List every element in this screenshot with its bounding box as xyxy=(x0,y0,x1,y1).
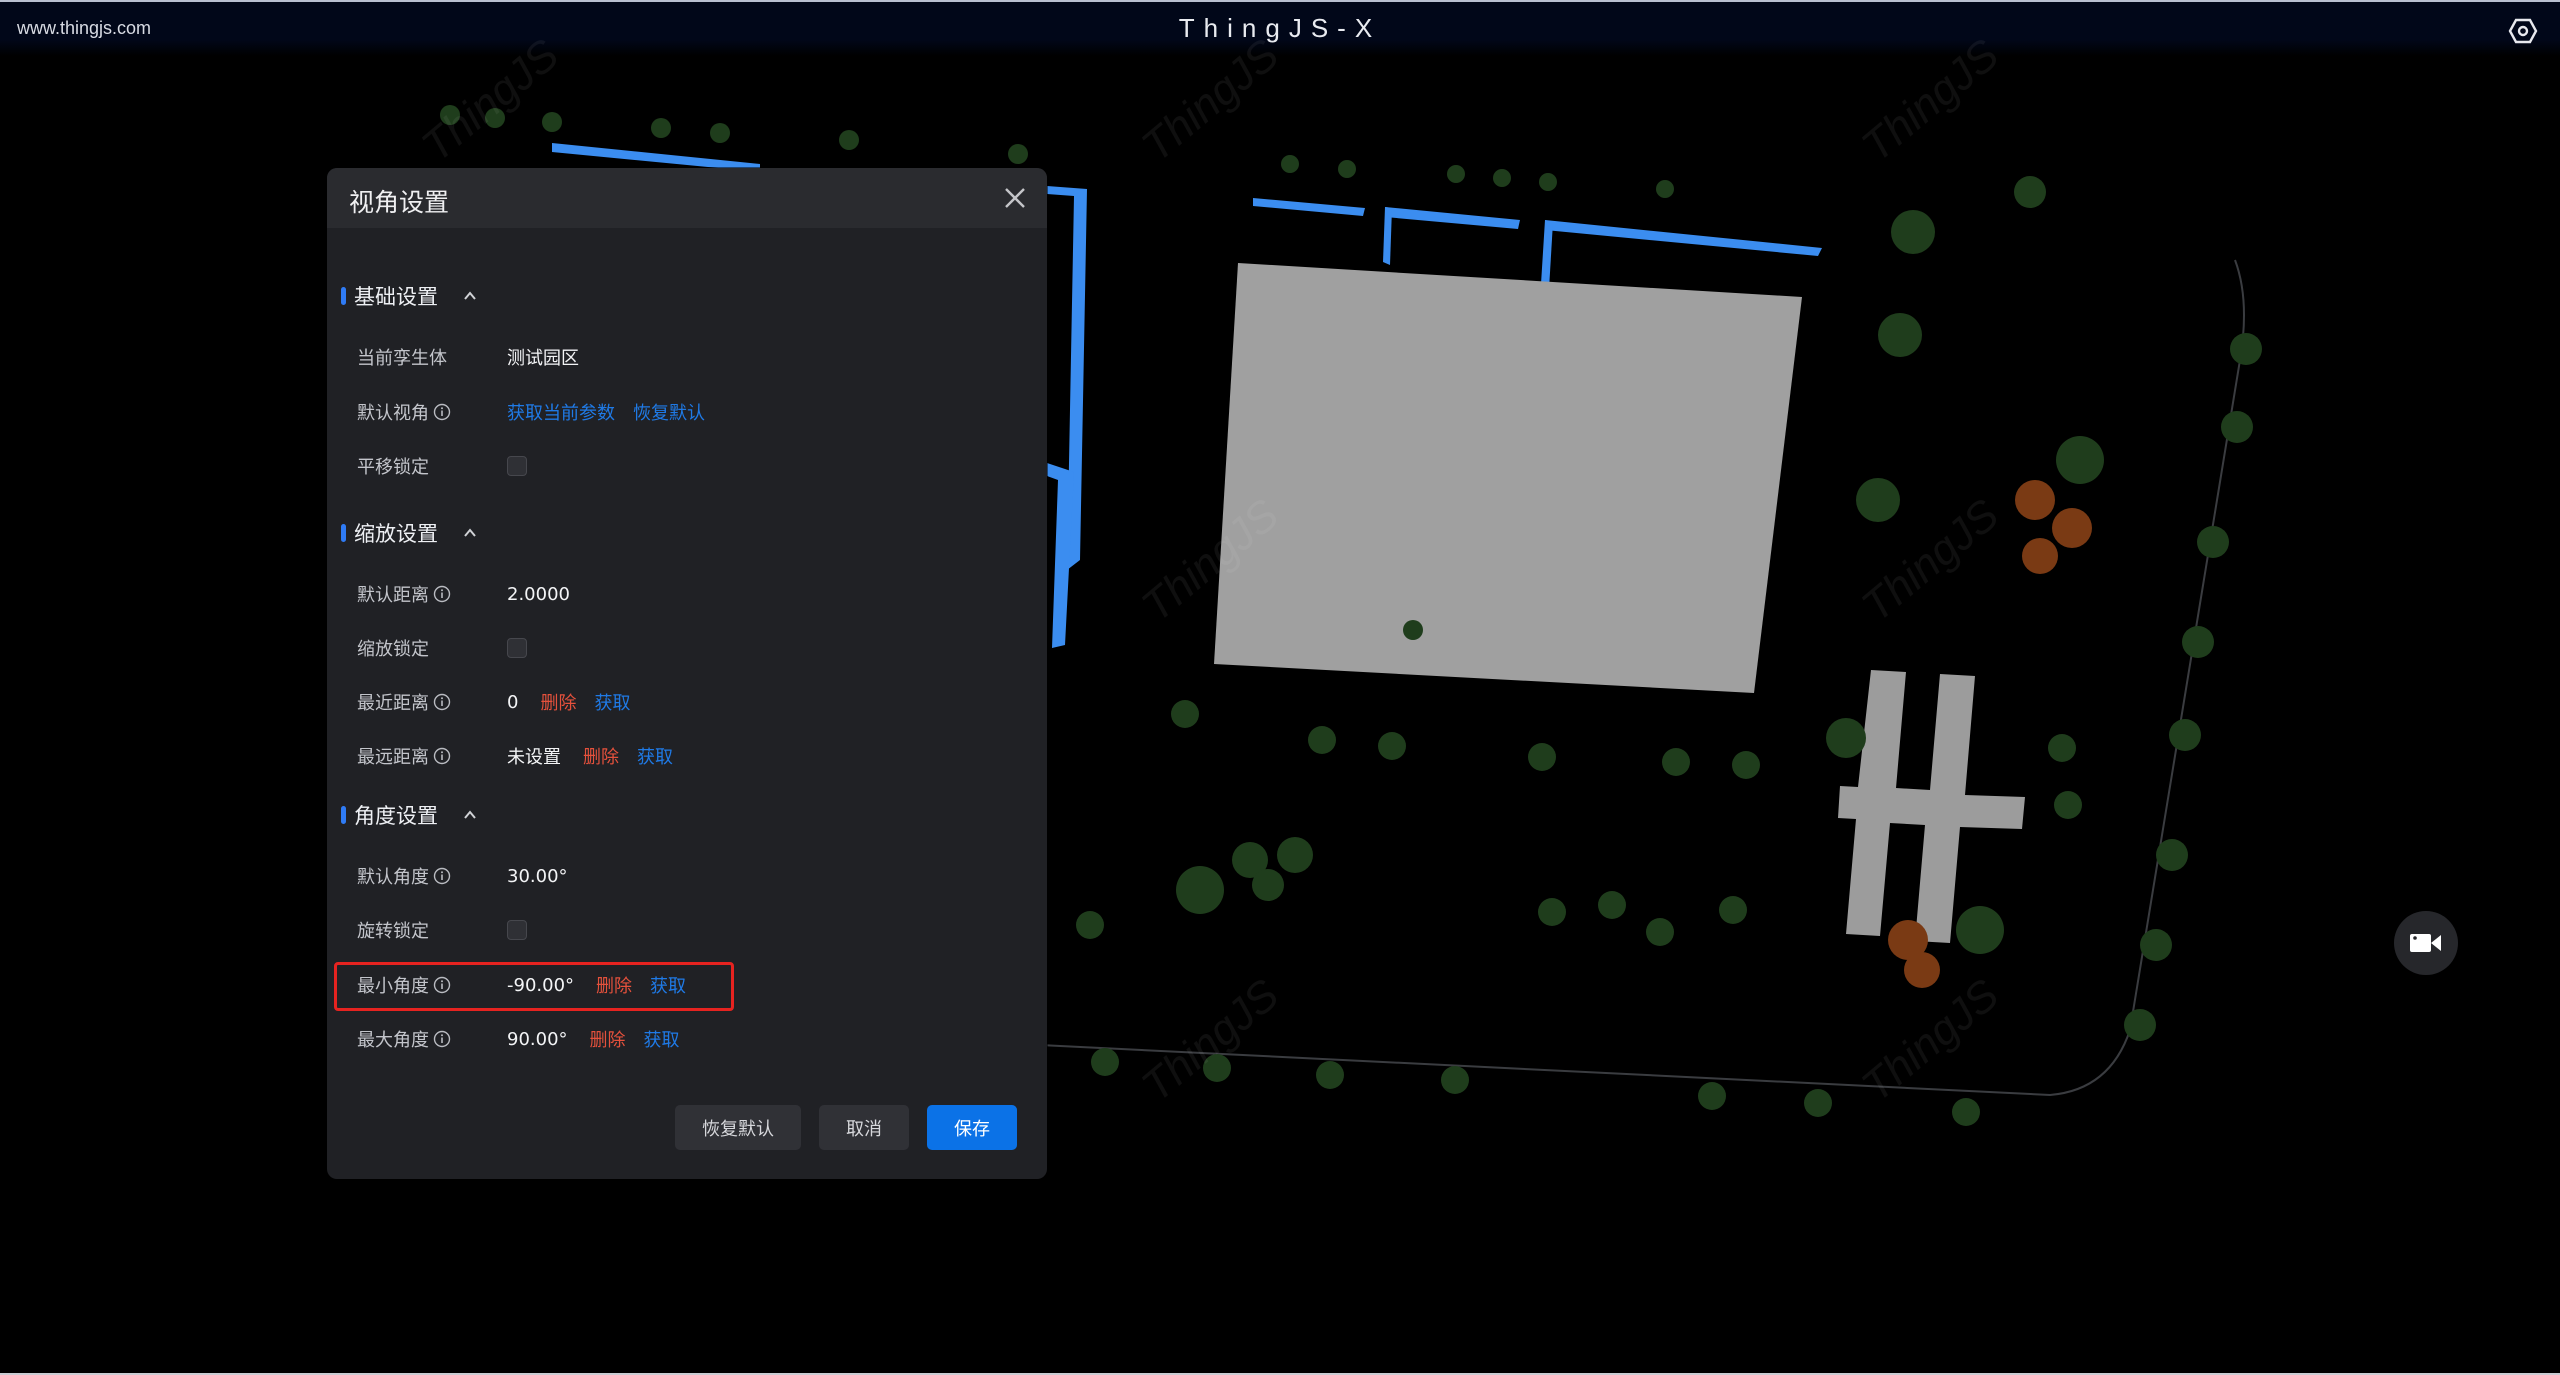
min-distance-value: 0 xyxy=(507,691,519,713)
field-label: 最远距离 xyxy=(357,743,507,769)
save-button[interactable]: 保存 xyxy=(927,1105,1017,1150)
info-icon[interactable] xyxy=(433,747,451,765)
gray-building-roof xyxy=(1214,263,1802,693)
info-icon[interactable] xyxy=(433,867,451,885)
min-angle-get-link[interactable]: 获取 xyxy=(650,972,686,998)
section-marker xyxy=(341,524,346,542)
close-icon xyxy=(1005,188,1025,208)
field-label: 默认角度 xyxy=(357,863,507,889)
row-default-view: 默认视角 获取当前参数 恢复默认 xyxy=(357,397,1017,427)
building-wall xyxy=(1253,198,1365,216)
row-max-distance: 最远距离 未设置 删除 获取 xyxy=(357,741,1017,771)
row-default-distance: 默认距离 2.0000 xyxy=(357,579,1017,609)
default-angle-value: 30.00° xyxy=(507,865,568,887)
min-angle-delete-link[interactable]: 删除 xyxy=(596,972,632,998)
field-label: 最小角度 xyxy=(357,972,507,998)
field-label: 当前孪生体 xyxy=(357,348,447,369)
info-icon[interactable] xyxy=(433,585,451,603)
section-zoom-settings[interactable]: 缩放设置 xyxy=(341,518,480,548)
info-icon[interactable] xyxy=(433,976,451,994)
video-camera-icon xyxy=(2410,934,2441,952)
row-min-angle: 最小角度 -90.00° 删除 获取 xyxy=(357,970,1017,1000)
building-wall xyxy=(1545,220,1822,256)
min-angle-value: -90.00° xyxy=(507,974,575,996)
field-label: 最近距离 xyxy=(357,689,507,715)
row-pan-lock: 平移锁定 xyxy=(357,451,1017,481)
row-min-distance: 最近距离 0 删除 获取 xyxy=(357,687,1017,717)
field-label: 缩放锁定 xyxy=(357,639,429,660)
camera-button[interactable] xyxy=(2394,911,2458,975)
chevron-up-icon[interactable] xyxy=(460,805,480,825)
max-angle-delete-link[interactable]: 删除 xyxy=(590,1026,626,1052)
max-angle-value: 90.00° xyxy=(507,1028,568,1050)
rotate-lock-checkbox[interactable] xyxy=(507,920,527,940)
restore-default-button[interactable]: 恢复默认 xyxy=(675,1105,801,1150)
get-current-params-link[interactable]: 获取当前参数 xyxy=(507,399,615,425)
chevron-up-icon[interactable] xyxy=(460,286,480,306)
section-angle-settings[interactable]: 角度设置 xyxy=(341,800,480,830)
field-label: 平移锁定 xyxy=(357,457,429,478)
app-title: ThingJS-X xyxy=(1178,13,1382,43)
max-distance-delete-link[interactable]: 删除 xyxy=(583,743,619,769)
field-label: 默认视角 xyxy=(357,399,507,425)
row-max-angle: 最大角度 90.00° 删除 获取 xyxy=(357,1024,1017,1054)
field-label: 最大角度 xyxy=(357,1026,507,1052)
info-icon[interactable] xyxy=(433,403,451,421)
row-current-twin: 当前孪生体 测试园区 xyxy=(357,342,1017,372)
min-distance-get-link[interactable]: 获取 xyxy=(594,689,630,715)
dialog-title: 视角设置 xyxy=(349,188,450,217)
building-wall xyxy=(1385,207,1520,229)
building-wall xyxy=(1383,207,1392,265)
close-button[interactable] xyxy=(1001,184,1029,212)
min-distance-delete-link[interactable]: 删除 xyxy=(540,689,576,715)
field-label: 旋转锁定 xyxy=(357,921,429,942)
row-rotate-lock: 旋转锁定 xyxy=(357,915,1017,945)
row-zoom-lock: 缩放锁定 xyxy=(357,633,1017,663)
section-title: 基础设置 xyxy=(354,285,438,309)
info-icon[interactable] xyxy=(433,1030,451,1048)
chevron-up-icon[interactable] xyxy=(460,523,480,543)
hexagon-gear-icon xyxy=(2508,18,2538,44)
dialog-header: 视角设置 xyxy=(327,168,1047,228)
settings-button[interactable] xyxy=(2508,16,2538,46)
section-marker xyxy=(341,806,346,824)
row-default-angle: 默认角度 30.00° xyxy=(357,861,1017,891)
max-angle-get-link[interactable]: 获取 xyxy=(644,1026,680,1052)
section-basic-settings[interactable]: 基础设置 xyxy=(341,281,480,311)
field-label: 默认距离 xyxy=(357,581,507,607)
section-title: 角度设置 xyxy=(354,804,438,828)
max-distance-value: 未设置 xyxy=(507,747,561,768)
section-marker xyxy=(341,287,346,305)
pan-lock-checkbox[interactable] xyxy=(507,456,527,476)
section-title: 缩放设置 xyxy=(354,522,438,546)
current-twin-value: 测试园区 xyxy=(507,348,579,369)
cancel-button[interactable]: 取消 xyxy=(819,1105,909,1150)
default-distance-value: 2.0000 xyxy=(507,583,570,605)
restore-default-view-link[interactable]: 恢复默认 xyxy=(633,399,705,425)
view-settings-dialog: 视角设置 基础设置 当前孪生体 测试园区 默认视角 获取当前参数 恢复默认 平移… xyxy=(327,168,1047,1179)
info-icon[interactable] xyxy=(433,693,451,711)
zoom-lock-checkbox[interactable] xyxy=(507,638,527,658)
h-shaped-structure xyxy=(1838,670,2025,943)
max-distance-get-link[interactable]: 获取 xyxy=(637,743,673,769)
top-bar: www.thingjs.com ThingJS-X xyxy=(0,0,2560,56)
